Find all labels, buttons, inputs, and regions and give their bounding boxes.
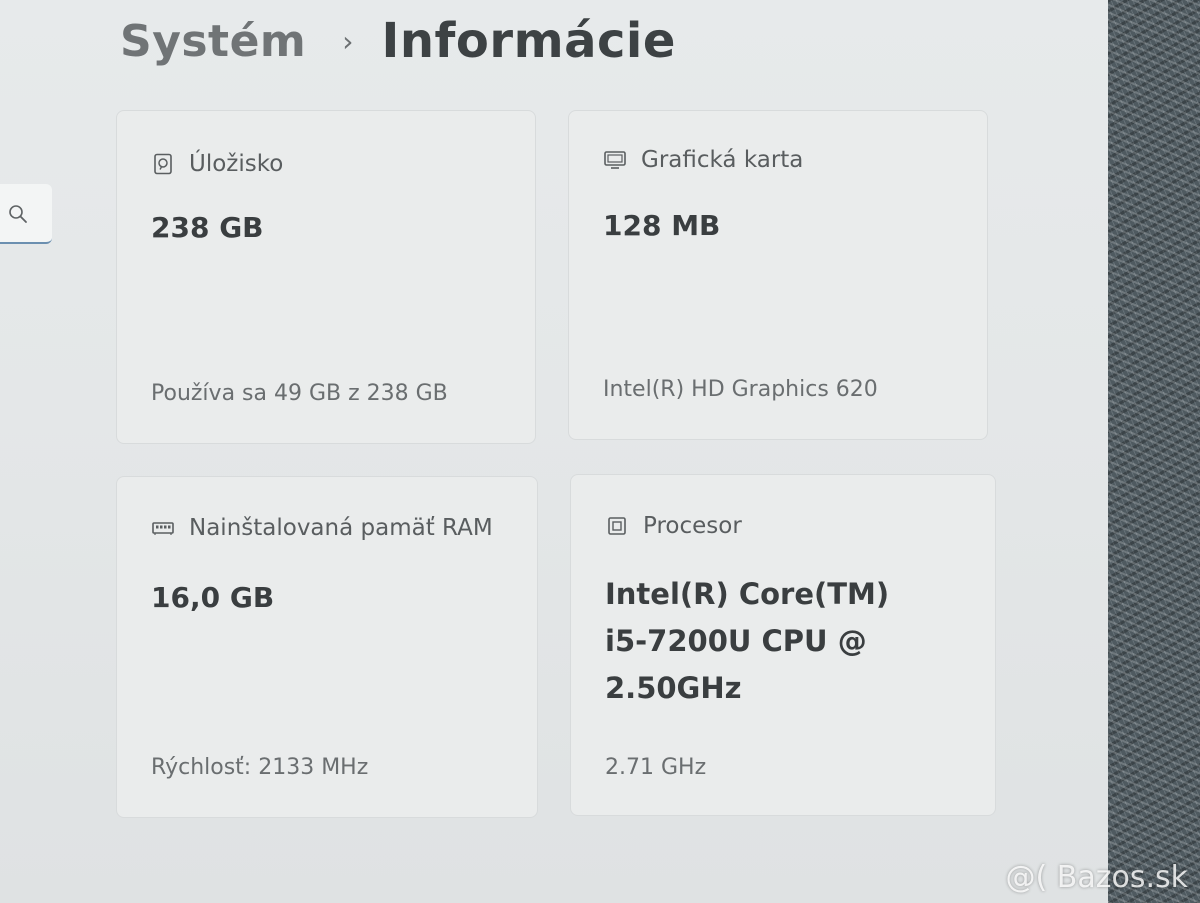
processor-title: Procesor (643, 513, 742, 539)
graphics-adapter-name: Intel(R) HD Graphics 620 (603, 377, 878, 402)
memory-icon (152, 522, 174, 535)
page-title: Informácie (381, 13, 676, 69)
processor-icon (608, 517, 626, 535)
storage-card: Úložisko 238 GB Používa sa 49 GB z 238 G… (116, 110, 536, 444)
ram-speed: Rýchlosť: 2133 MHz (151, 755, 369, 780)
storage-title: Úložisko (189, 151, 284, 177)
background-fabric (1108, 0, 1200, 903)
processor-card: Procesor Intel(R) Core(TM) i5-7200U CPU … (570, 474, 996, 816)
graphics-card: Grafická karta 128 MB Intel(R) HD Graphi… (568, 110, 988, 440)
ram-value: 16,0 GB (151, 581, 275, 614)
settings-window: Systém › Informácie Úložisko 238 GB Použ… (0, 0, 1118, 903)
chevron-right-icon: › (342, 24, 354, 58)
ram-title: Nainštalovaná pamäť RAM (189, 515, 493, 541)
processor-name: Intel(R) Core(TM) i5-7200U CPU @ 2.50GHz (605, 577, 890, 705)
storage-value: 238 GB (151, 211, 264, 244)
storage-usage: Používa sa 49 GB z 238 GB (151, 381, 448, 406)
ram-card: Nainštalovaná pamäť RAM 16,0 GB Rýchlosť… (116, 476, 538, 818)
monitor-icon (604, 151, 626, 169)
graphics-memory-value: 128 MB (603, 209, 721, 242)
storage-card-header: Úložisko (151, 151, 283, 177)
hard-drive-icon (154, 153, 172, 175)
graphics-title: Grafická karta (641, 147, 804, 173)
watermark-logo: @( Bazos.sk (1005, 860, 1188, 895)
processor-speed: 2.71 GHz (605, 755, 707, 780)
ram-card-header: Nainštalovaná pamäť RAM (151, 515, 493, 541)
breadcrumb: Systém › Informácie (120, 6, 676, 76)
breadcrumb-system-link[interactable]: Systém (120, 16, 306, 67)
search-input[interactable] (0, 184, 52, 244)
processor-card-header: Procesor (605, 513, 742, 539)
search-icon (9, 205, 27, 223)
graphics-card-header: Grafická karta (603, 147, 803, 173)
